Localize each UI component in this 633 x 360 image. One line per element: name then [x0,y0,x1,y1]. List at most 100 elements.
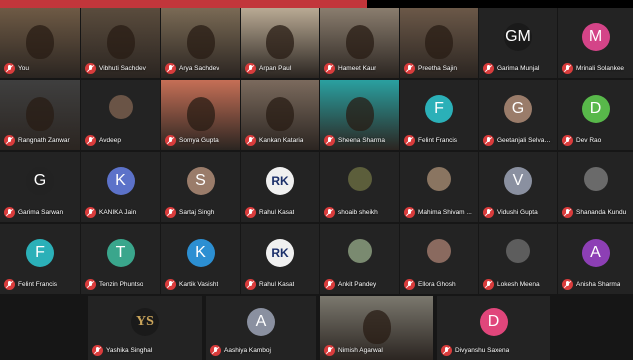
participant-tile[interactable]: V Vidushi Gupta [479,152,557,222]
name-label-row: Dev Rao [562,134,629,146]
name-label-row: Anisha Sharma [562,278,629,290]
avatar: F [425,95,453,123]
participant-tile[interactable]: Hameet Kaur [320,8,399,78]
participant-name: Ellora Ghosh [418,280,456,288]
participant-name: Kartik Vasisht [179,280,219,288]
avatar: M [581,23,610,51]
avatar: V [504,167,532,195]
participant-tile[interactable]: Ellora Ghosh [400,224,478,294]
participant-name: Felint Francis [418,136,458,144]
participant-name: Rangnath Zanwar [18,136,70,144]
participant-name: Mrinali Solankee [576,64,625,72]
profile-photo [427,167,451,191]
participant-tile[interactable]: YS Yashika Singhal [88,296,202,360]
participant-tile[interactable]: RK Rahul Kasat [241,224,319,294]
participant-tile[interactable]: D Dev Rao [558,80,633,150]
mic-muted-icon [85,278,96,290]
name-label-row: Geetanjali Selvad... [483,134,553,146]
profile-photo [506,239,530,263]
name-label-row: Preetha Sajin [404,62,474,74]
profile-photo [427,239,451,263]
participant-tile[interactable]: Somya Gupta [161,80,240,150]
mic-muted-icon [245,62,256,74]
name-label-row: Aashiya Kamboj [210,344,312,356]
mic-muted-icon [4,62,15,74]
mic-muted-icon [404,62,415,74]
participant-tile[interactable]: F Felint Francis [0,224,80,294]
name-label-row: Vibhuti Sachdev [85,62,156,74]
person-silhouette [345,97,374,131]
participant-name: Mahima Shivam ... [418,208,472,216]
participant-name: Sheena Sharma [338,136,385,144]
participant-tile[interactable]: Vibhuti Sachdev [81,8,160,78]
participant-tile[interactable]: RK Rahul Kasat [241,152,319,222]
name-label-row: Garima Munjal [483,62,553,74]
participant-tile[interactable]: Avdeep [81,80,160,150]
participant-name: Garima Munjal [497,64,540,72]
participant-tile[interactable]: G Garima Sarwan [0,152,80,222]
person-silhouette [345,25,374,59]
participant-tile[interactable]: Shananda Kundu [558,152,633,222]
participant-tile[interactable]: GM Garima Munjal [479,8,557,78]
mic-muted-icon [165,206,176,218]
mic-muted-icon [483,134,494,146]
mic-muted-icon [562,206,573,218]
profile-photo [583,167,608,191]
name-label-row: Arya Sachdev [165,62,236,74]
name-label-row: Mahima Shivam ... [404,206,474,218]
avatar: T [106,239,135,267]
participant-name: Hameet Kaur [338,64,377,72]
participant-name: Vidushi Gupta [497,208,538,216]
mic-muted-icon [165,62,176,74]
participant-tile[interactable]: Ankit Pandey [320,224,399,294]
name-label-row: Tenzin Phuntso [85,278,156,290]
name-label-row: Vidushi Gupta [483,206,553,218]
avatar: K [186,239,215,267]
mic-muted-icon [165,134,176,146]
participant-tile[interactable]: You [0,8,80,78]
person-silhouette [106,25,135,59]
participant-name: Aashiya Kamboj [224,346,271,354]
participant-name: Arpan Paul [259,64,292,72]
participant-tile[interactable]: M Mrinali Solankee [558,8,633,78]
participant-tile[interactable]: Arpan Paul [241,8,319,78]
mic-muted-icon [324,134,335,146]
person-silhouette [266,97,294,131]
person-silhouette [186,25,215,59]
name-label-row: Shananda Kundu [562,206,629,218]
participant-tile[interactable]: Arya Sachdev [161,8,240,78]
name-label-row: Ellora Ghosh [404,278,474,290]
participant-tile[interactable]: D Divyanshu Saxena [437,296,550,360]
participant-tile[interactable]: Rangnath Zanwar [0,80,80,150]
participant-tile[interactable]: Kankan Kataria [241,80,319,150]
mic-muted-icon [210,344,221,356]
participant-tile[interactable]: Nimish Agarwal [320,296,433,360]
avatar: D [479,308,508,336]
participant-name: Rahul Kasat [259,208,295,216]
name-label-row: Kankan Kataria [245,134,315,146]
participant-tile[interactable]: T Tenzin Phuntso [81,224,160,294]
participant-tile[interactable]: K KANIKA Jain [81,152,160,222]
mic-muted-icon [483,62,494,74]
participant-tile[interactable]: Mahima Shivam ... [400,152,478,222]
participant-name: Divyanshu Saxena [455,346,510,354]
participant-tile[interactable]: K Kartik Vasisht [161,224,240,294]
name-label-row: Yashika Singhal [92,344,198,356]
mic-muted-icon [4,134,15,146]
participant-tile[interactable]: A Aashiya Kamboj [206,296,316,360]
participant-name: Vibhuti Sachdev [99,64,146,72]
participant-name: Avdeep [99,136,121,144]
mic-muted-icon [85,62,96,74]
participant-tile[interactable]: shoaib sheikh [320,152,399,222]
participant-tile[interactable]: Sheena Sharma [320,80,399,150]
participant-tile[interactable]: A Anisha Sharma [558,224,633,294]
participant-tile[interactable]: S Sartaj Singh [161,152,240,222]
name-label-row: Somya Gupta [165,134,236,146]
mic-muted-icon [324,206,335,218]
participant-tile[interactable]: Preetha Sajin [400,8,478,78]
participant-name: Felint Francis [18,280,58,288]
participant-tile[interactable]: Lokesh Meena [479,224,557,294]
participant-tile[interactable]: F Felint Francis [400,80,478,150]
participant-tile[interactable]: G Geetanjali Selvad... [479,80,557,150]
mic-muted-icon [404,206,415,218]
